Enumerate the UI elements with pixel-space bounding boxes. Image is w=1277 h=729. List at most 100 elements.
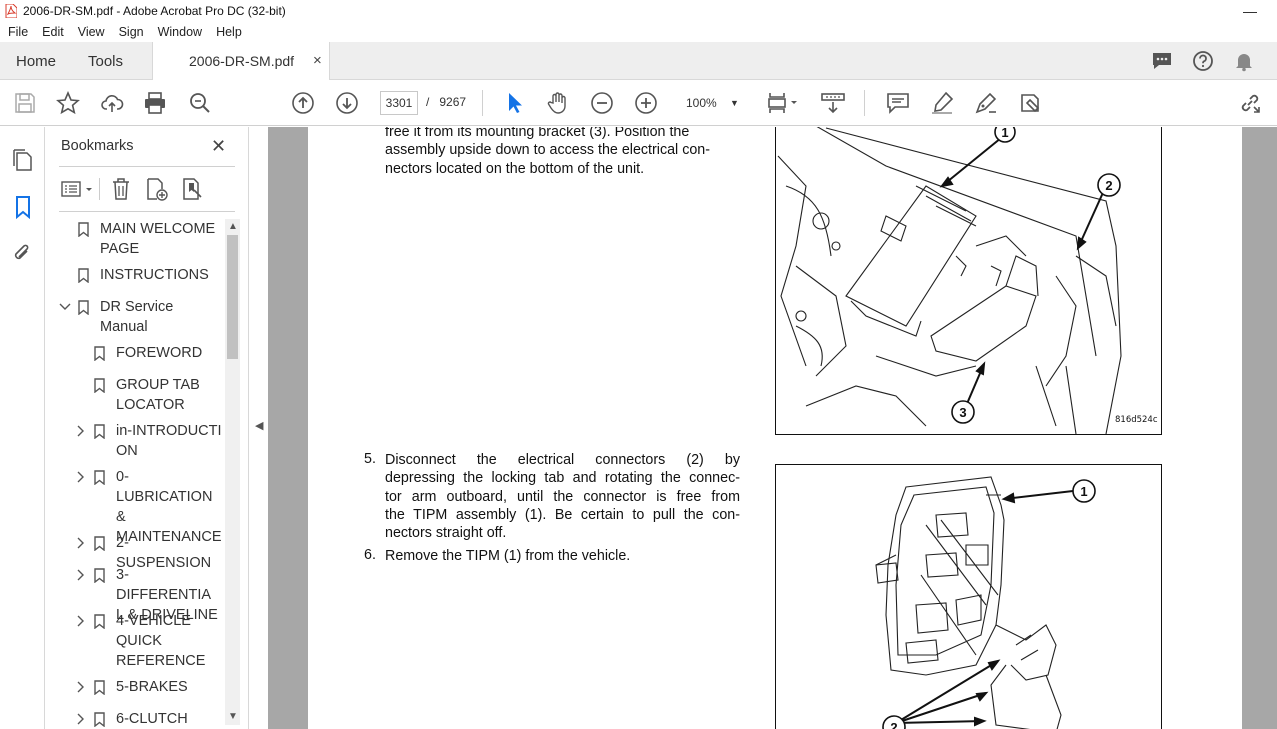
next-page-icon[interactable] bbox=[335, 91, 359, 115]
bookmark-item[interactable]: DR Service Manual bbox=[59, 297, 223, 337]
delete-trash-icon[interactable] bbox=[111, 177, 131, 201]
bookmark-item[interactable]: 6-CLUTCH bbox=[59, 709, 223, 727]
chevron-right-icon[interactable] bbox=[75, 565, 87, 591]
share-link-icon[interactable] bbox=[1238, 91, 1262, 115]
help-icon[interactable] bbox=[1192, 50, 1214, 72]
collapse-panel-arrow-icon[interactable]: ◀ bbox=[255, 419, 263, 432]
chevron-down-icon[interactable] bbox=[59, 297, 71, 323]
document-scroll-area[interactable] bbox=[1242, 127, 1277, 729]
chevron-right-icon[interactable] bbox=[75, 709, 87, 727]
bookmark-item[interactable]: MAIN WELCOME PAGE bbox=[59, 219, 223, 259]
bookmarks-tree: MAIN WELCOME PAGE INSTRUCTIONS DR Service Ma… bbox=[59, 219, 223, 727]
left-navigation-rail bbox=[0, 127, 45, 729]
bookmarks-panel-icon[interactable] bbox=[13, 195, 33, 219]
hand-tool-icon[interactable] bbox=[546, 91, 570, 115]
bookmark-star-icon[interactable] bbox=[56, 91, 80, 115]
menu-help[interactable]: Help bbox=[216, 25, 242, 39]
bookmark-item[interactable]: in-INTRODUCTI ON bbox=[59, 421, 223, 461]
page-number-input[interactable]: 3301 bbox=[380, 91, 418, 115]
bookmark-item[interactable]: 0-LUBRICATION & MAINTENANCE bbox=[59, 467, 223, 545]
bookmark-label: 4-VEHICLE QUICK REFERENCE bbox=[116, 611, 205, 671]
callout-1: 1 bbox=[1080, 484, 1087, 499]
panel-splitter[interactable]: ◀ bbox=[248, 127, 268, 729]
bookmark-item[interactable]: 4-VEHICLE QUICK REFERENCE bbox=[59, 611, 223, 671]
bookmark-from-selection-icon[interactable] bbox=[181, 177, 205, 201]
scrollbar-thumb[interactable] bbox=[227, 235, 238, 359]
scroll-down-arrow-icon[interactable]: ▼ bbox=[228, 711, 238, 722]
text-line: Remove the TIPM (1) from the vehicle. bbox=[385, 548, 631, 564]
bookmark-icon bbox=[78, 300, 89, 315]
page-thumbnails-icon[interactable] bbox=[12, 149, 34, 171]
tab-document[interactable]: 2006-DR-SM.pdf × bbox=[152, 42, 330, 81]
step-6-paragraph: Remove the TIPM (1) from the vehicle. bbox=[385, 547, 740, 565]
step-number: 6. bbox=[364, 547, 376, 563]
upload-cloud-icon[interactable] bbox=[100, 91, 124, 115]
attachments-paperclip-icon[interactable] bbox=[11, 241, 33, 265]
page-display-icon[interactable] bbox=[766, 91, 800, 115]
pdf-page: free it from its mounting bracket (3). P… bbox=[308, 127, 1242, 729]
bookmarks-panel-title: Bookmarks bbox=[61, 138, 134, 154]
chevron-right-icon[interactable] bbox=[75, 533, 87, 559]
menu-window[interactable]: Window bbox=[158, 25, 202, 39]
bookmark-label: FOREWORD bbox=[116, 343, 202, 363]
chevron-right-icon[interactable] bbox=[75, 677, 87, 703]
save-icon[interactable] bbox=[13, 91, 37, 115]
zoom-in-icon[interactable] bbox=[634, 91, 658, 115]
menu-view[interactable]: View bbox=[78, 25, 105, 39]
bookmark-label-line: 5-BRAKES bbox=[116, 679, 188, 695]
new-bookmark-icon[interactable] bbox=[145, 177, 169, 201]
bookmarks-scrollbar[interactable]: ▲ ▼ bbox=[225, 219, 240, 725]
bookmark-item[interactable]: 2-SUSPENSION bbox=[59, 533, 223, 571]
bookmark-item[interactable]: 5-BRAKES bbox=[59, 677, 223, 697]
tab-tools[interactable]: Tools bbox=[88, 53, 123, 70]
draw-pen-icon[interactable] bbox=[974, 91, 998, 115]
bookmark-icon bbox=[94, 346, 105, 361]
menu-sign[interactable]: Sign bbox=[119, 25, 144, 39]
scroll-mode-icon[interactable] bbox=[821, 91, 845, 115]
add-comment-icon[interactable] bbox=[886, 91, 910, 115]
bookmark-item[interactable]: 3-DIFFERENTIA L & DRIVELINE bbox=[59, 565, 223, 623]
toolbar-divider bbox=[482, 90, 483, 116]
bookmark-label-line: 4-VEHICLE bbox=[116, 613, 191, 629]
tab-home[interactable]: Home bbox=[16, 53, 56, 70]
highlight-pen-icon[interactable] bbox=[930, 91, 954, 115]
bookmark-label-line: in-INTRODUCTI bbox=[116, 423, 222, 439]
tab-document-label: 2006-DR-SM.pdf bbox=[189, 53, 295, 69]
comment-icon[interactable] bbox=[1151, 50, 1173, 72]
bookmark-label: DR Service Manual bbox=[100, 297, 173, 337]
text-line: the TIPM assembly (1). Be certain to pul… bbox=[385, 506, 740, 523]
bookmark-label: in-INTRODUCTI ON bbox=[116, 421, 222, 461]
select-cursor-icon[interactable] bbox=[502, 91, 526, 115]
figure-tipm-location: 1 2 3 816d524c bbox=[775, 127, 1162, 435]
document-viewport[interactable]: free it from its mounting bracket (3). P… bbox=[268, 127, 1277, 729]
text-line: nectors located on the bottom of the uni… bbox=[385, 160, 645, 177]
bookmark-label: GROUP TAB LOCATOR bbox=[116, 375, 200, 415]
options-menu-icon[interactable] bbox=[61, 179, 95, 199]
zoom-out-icon[interactable] bbox=[590, 91, 614, 115]
chevron-right-icon[interactable] bbox=[75, 611, 87, 637]
notification-bell-icon[interactable] bbox=[1233, 50, 1255, 72]
figure-tipm-connectors: 1 2 bbox=[775, 464, 1162, 729]
stamp-icon[interactable] bbox=[1018, 91, 1042, 115]
bookmark-icon bbox=[94, 424, 105, 439]
minimize-button[interactable]: — bbox=[1243, 3, 1257, 19]
print-icon[interactable] bbox=[143, 91, 167, 115]
menu-edit[interactable]: Edit bbox=[42, 25, 64, 39]
previous-page-icon[interactable] bbox=[291, 91, 315, 115]
bookmark-item[interactable]: GROUP TAB LOCATOR bbox=[59, 375, 223, 415]
bookmarks-toolbar bbox=[59, 175, 235, 203]
close-icon[interactable]: ✕ bbox=[211, 136, 226, 157]
menu-file[interactable]: File bbox=[8, 25, 28, 39]
toolbar-divider bbox=[864, 90, 865, 116]
scroll-up-arrow-icon[interactable]: ▲ bbox=[228, 221, 238, 232]
bookmark-item[interactable]: FOREWORD bbox=[59, 343, 223, 363]
chevron-right-icon[interactable] bbox=[75, 467, 87, 493]
close-tab-icon[interactable]: × bbox=[313, 52, 322, 69]
bookmark-label-line: PAGE bbox=[100, 241, 140, 257]
zoom-select[interactable]: 100% ▼ bbox=[678, 91, 744, 115]
bookmark-item[interactable]: INSTRUCTIONS bbox=[59, 265, 223, 285]
total-pages: 9267 bbox=[439, 95, 467, 109]
search-zoom-icon[interactable] bbox=[188, 91, 212, 115]
chevron-right-icon[interactable] bbox=[75, 421, 87, 447]
bookmark-icon bbox=[94, 614, 105, 629]
